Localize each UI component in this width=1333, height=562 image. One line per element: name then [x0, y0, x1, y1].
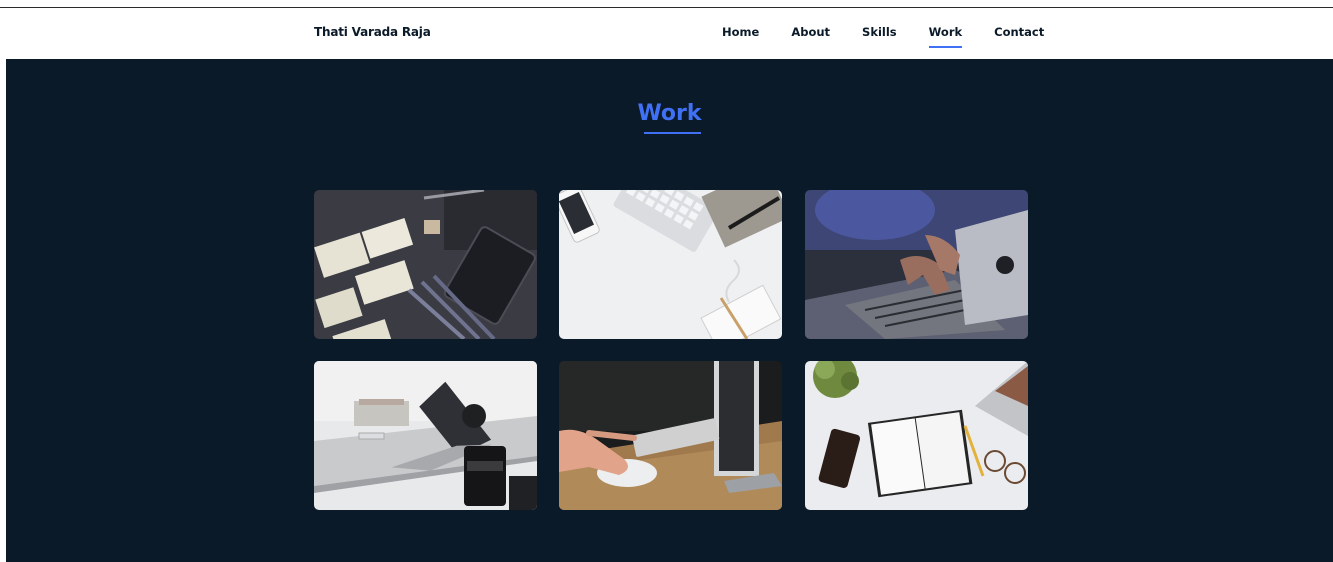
work-image-4[interactable]: [314, 361, 537, 510]
work-image-2[interactable]: [559, 190, 782, 339]
nav-about[interactable]: About: [791, 25, 830, 39]
mouse-wooden-desk-image: [559, 361, 782, 510]
nav-skills[interactable]: Skills: [862, 25, 897, 39]
work-section: Work: [6, 59, 1333, 562]
work-image-5[interactable]: [559, 361, 782, 510]
brand-name[interactable]: Thati Varada Raja: [314, 25, 431, 39]
main-nav: Home About Skills Work Contact: [722, 25, 1044, 48]
title-underline: [644, 132, 701, 134]
section-title: Work: [637, 101, 702, 126]
notebook-top-view-image: [805, 361, 1028, 510]
laptop-desk-image: [314, 361, 537, 510]
nav-contact[interactable]: Contact: [994, 25, 1044, 39]
work-image-6[interactable]: [805, 361, 1028, 510]
desk-sketches-image: [314, 190, 537, 339]
work-image-1[interactable]: [314, 190, 537, 339]
nav-home[interactable]: Home: [722, 25, 759, 39]
site-header: Thati Varada Raja Home About Skills Work…: [6, 8, 1333, 59]
work-image-3[interactable]: [805, 190, 1028, 339]
nav-work[interactable]: Work: [928, 25, 962, 48]
white-desk-image: [559, 190, 782, 339]
typing-laptop-image: [805, 190, 1028, 339]
